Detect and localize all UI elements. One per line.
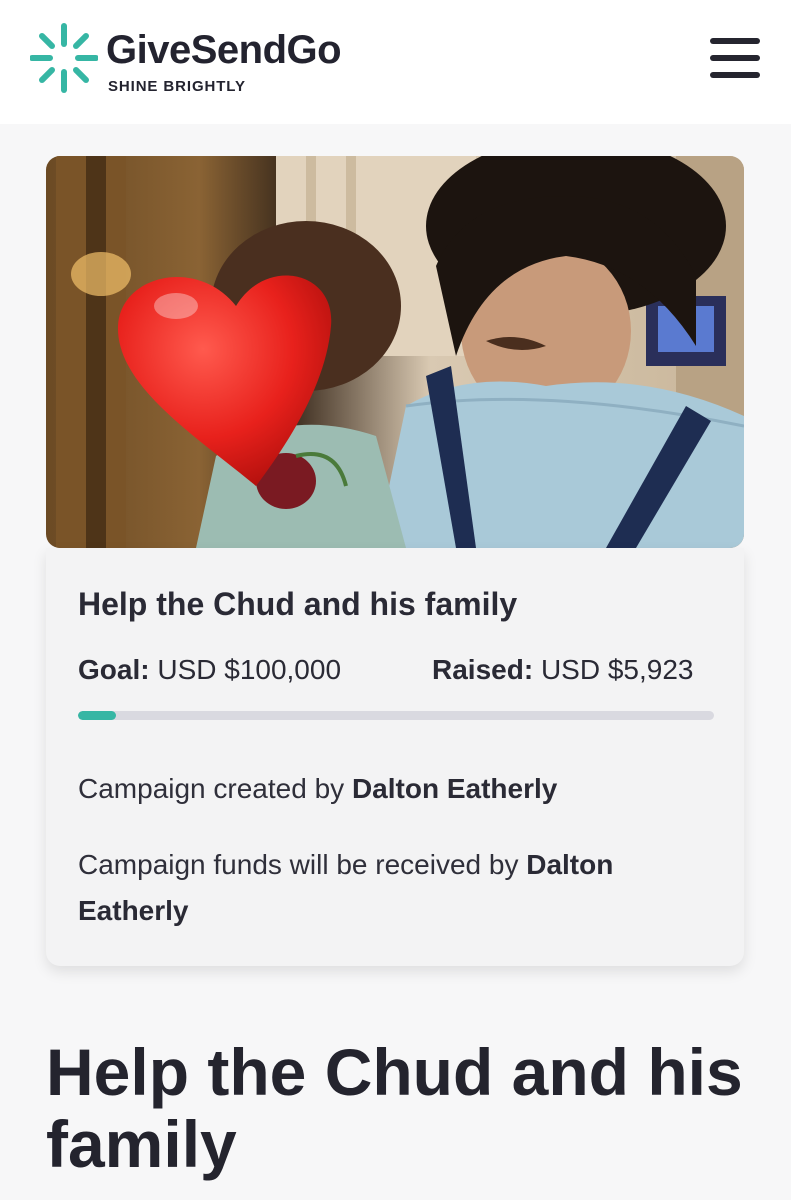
- brand-tagline: SHINE BRIGHTLY: [108, 78, 246, 95]
- funding-progress-bar: [78, 711, 714, 720]
- givesendgo-logo[interactable]: GiveSendGo SHINE BRIGHTLY: [30, 22, 375, 96]
- sunburst-logo-icon: [30, 23, 98, 93]
- raised-value: USD $5,923: [540, 654, 694, 685]
- goal-value: USD $100,000: [157, 654, 342, 685]
- campaign-summary-card: Help the Chud and his family Goal: USD $…: [46, 548, 744, 966]
- goal-label: Goal:: [78, 654, 150, 685]
- campaign-title[interactable]: Help the Chud and his family: [78, 586, 517, 623]
- page-title: Help the Chud and his family: [46, 1035, 743, 1181]
- menu-bar: [710, 38, 760, 44]
- campaign-creator: Campaign created by Dalton Eatherly: [78, 766, 698, 812]
- campaign-recipient: Campaign funds will be received by Dalto…: [78, 842, 698, 934]
- brand-name: GiveSendGo: [106, 28, 342, 72]
- hamburger-menu-icon[interactable]: [706, 34, 762, 82]
- campaign-hero-image: [46, 156, 744, 548]
- creator-prefix: Campaign created by: [78, 773, 345, 804]
- hero-photo: [46, 156, 744, 548]
- menu-bar: [710, 72, 760, 78]
- goal-stat: Goal: USD $100,000: [78, 654, 341, 686]
- site-header: GiveSendGo SHINE BRIGHTLY: [0, 0, 791, 124]
- recipient-prefix: Campaign funds will be received by: [78, 849, 519, 880]
- menu-bar: [710, 55, 760, 61]
- creator-name[interactable]: Dalton Eatherly: [352, 773, 557, 804]
- raised-label: Raised:: [432, 654, 534, 685]
- funding-progress-fill: [78, 711, 116, 720]
- raised-stat: Raised: USD $5,923: [432, 654, 693, 686]
